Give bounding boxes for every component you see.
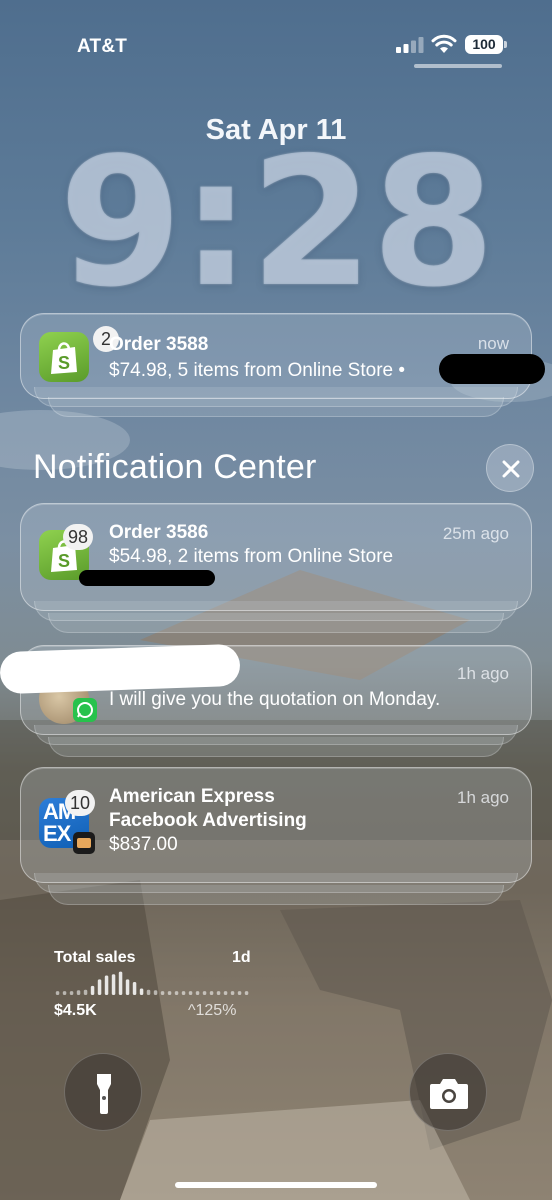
sparkline-bar <box>153 990 158 995</box>
whatsapp-icon <box>73 698 97 722</box>
sales-sparkline <box>55 971 249 995</box>
notification-time: now <box>477 334 509 353</box>
wifi-icon <box>431 34 457 53</box>
sparkline-bar <box>76 990 81 995</box>
notification-stack-shopify[interactable]: S 98 Order 3586 25m ago $54.98, 2 items … <box>20 503 532 633</box>
notification-body: I will give you the quotation on Monday. <box>109 689 441 710</box>
sparkline-bar <box>132 982 137 995</box>
close-button[interactable] <box>486 444 534 492</box>
notification-stack-amex[interactable]: AM EX 10 American Express Facebook Adver… <box>20 767 532 905</box>
sparkline-bar <box>160 991 165 995</box>
widget-period: 1d <box>232 949 251 966</box>
sparkline-bar <box>237 991 242 995</box>
pinned-notification-stack[interactable]: S 2 Order 3588 now $74.98, 5 items from … <box>20 313 545 417</box>
sparkline-bar <box>125 979 130 995</box>
sparkline-bar <box>90 985 95 995</box>
sparkline-bar <box>188 991 193 995</box>
sparkline-bar <box>202 991 207 995</box>
flashlight-button[interactable] <box>64 1053 142 1131</box>
sparkline-bar <box>167 991 172 995</box>
widget-change: ^125% <box>188 1002 237 1019</box>
notification-subtitle: Facebook Advertising <box>109 810 307 831</box>
notification-card[interactable]: S 98 Order 3586 25m ago $54.98, 2 items … <box>20 503 532 611</box>
sparkline-bar <box>139 988 144 995</box>
camera-icon <box>430 1079 468 1109</box>
app-badge: 10 <box>65 790 96 816</box>
notification-body: $837.00 <box>109 834 178 855</box>
status-underline <box>414 64 502 68</box>
notification-time: 1h ago <box>457 664 509 683</box>
notification-body: $74.98, 5 items from Online Store • <box>109 360 406 381</box>
sparkline-bar <box>209 991 214 995</box>
sparkline-bar <box>97 979 102 995</box>
sparkline-bar <box>83 989 88 995</box>
svg-text:S: S <box>58 551 70 571</box>
notification-card[interactable]: AM EX 10 American Express Facebook Adver… <box>20 767 532 883</box>
notification-center-title: Notification Center <box>33 448 317 486</box>
shopify-icon: S <box>39 332 89 382</box>
notification-title: American Express <box>109 786 275 807</box>
redaction-mark <box>439 354 545 384</box>
sparkline-bar <box>216 991 221 995</box>
notification-time: 1h ago <box>457 788 509 807</box>
sparkline-bar <box>104 975 109 995</box>
flashlight-icon <box>97 1074 111 1114</box>
widget-value: $4.5K <box>54 1002 97 1019</box>
sparkline-bar <box>181 991 186 995</box>
sparkline-bar <box>118 971 123 995</box>
close-icon <box>502 460 520 478</box>
lock-clock: 9:28 <box>58 119 496 326</box>
cellular-signal-icon <box>396 37 424 53</box>
sparkline-bar <box>62 991 67 995</box>
redaction-mark <box>0 643 241 695</box>
redaction-mark <box>79 570 215 586</box>
sparkline-bar <box>111 974 116 995</box>
notification-time: 25m ago <box>442 524 509 543</box>
notification-title: Order 3588 <box>109 334 209 355</box>
widget-label: Total sales <box>54 949 136 966</box>
notification-title: Order 3586 <box>109 522 209 543</box>
notification-body: $54.98, 2 items from Online Store <box>109 546 394 567</box>
sparkline-bar <box>195 991 200 995</box>
camera-button[interactable] <box>409 1053 487 1131</box>
sparkline-bar <box>55 991 60 995</box>
svg-text:S: S <box>58 353 70 373</box>
sparkline-bar <box>174 991 179 995</box>
wallet-icon <box>73 832 95 854</box>
carrier-label: AT&T <box>77 36 128 57</box>
sparkline-bar <box>244 991 249 995</box>
battery-indicator: 100 <box>465 35 507 54</box>
sparkline-bar <box>146 989 151 995</box>
app-badge: 98 <box>63 524 94 550</box>
sparkline-bar <box>69 991 74 995</box>
sparkline-bar <box>230 991 235 995</box>
home-indicator <box>175 1182 377 1188</box>
notification-card[interactable]: S 2 Order 3588 now $74.98, 5 items from … <box>20 313 545 399</box>
sparkline-bar <box>223 991 228 995</box>
